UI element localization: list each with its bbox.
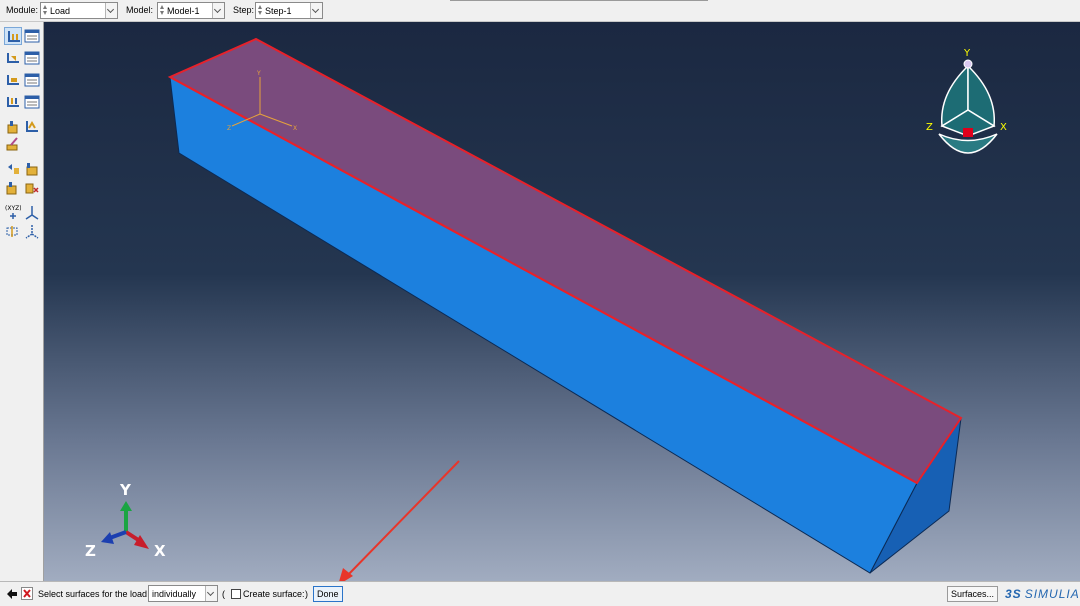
create-surface-checkbox[interactable] [231, 589, 241, 599]
triad-z-label: Z [85, 542, 96, 560]
prompt-text: Select surfaces for the load [38, 589, 148, 599]
ds-logo-icon: 3S [1005, 587, 1022, 601]
selection-method-value: individually [152, 589, 197, 599]
viewcube-x-label: X [1000, 122, 1007, 133]
create-bc-icon[interactable] [4, 49, 22, 67]
load-case-manager-icon[interactable] [23, 93, 41, 111]
partition-icon[interactable] [23, 160, 41, 178]
surfaces-button[interactable]: Surfaces... [947, 586, 999, 602]
triad-y-label: Y [119, 481, 132, 499]
create-load-case-icon[interactable] [4, 93, 22, 111]
model-scene[interactable]: Y X Z Y Z X Y Z X [44, 22, 1080, 581]
tools-surface-icon[interactable] [4, 135, 22, 153]
datum-point-icon[interactable] [23, 203, 41, 221]
part-top-face-selected[interactable] [167, 37, 963, 485]
model-value: Model-1 [167, 6, 200, 16]
close-paren: ) [305, 589, 308, 599]
logo-text: SIMULIA [1024, 587, 1080, 601]
viewport[interactable]: Y X Z Y Z X Y Z X [44, 22, 1080, 581]
svg-text:Z: Z [227, 125, 231, 132]
svg-text:X: X [293, 125, 297, 132]
done-button[interactable]: Done [313, 586, 343, 602]
csys-axis-icon[interactable]: (XYZ) [4, 203, 22, 221]
load-manager-icon[interactable] [23, 27, 41, 45]
context-bar: Module: Load Model: Model-1 Step: Step-1 [0, 0, 1080, 22]
chevron-down-icon[interactable] [310, 3, 322, 18]
spin-icon [258, 5, 263, 16]
model-combo[interactable]: Model-1 [157, 2, 225, 19]
cancel-icon[interactable] [21, 587, 33, 600]
module-combo[interactable]: Load [40, 2, 118, 19]
open-paren: ( [222, 589, 225, 599]
datum-plane-icon[interactable] [4, 222, 22, 240]
chevron-down-icon[interactable] [212, 3, 224, 18]
view-cube[interactable] [938, 59, 998, 154]
simulia-logo: 3S SIMULIA [1005, 587, 1080, 601]
step-combo[interactable]: Step-1 [255, 2, 323, 19]
annotation-arrow [339, 460, 460, 581]
chevron-down-icon[interactable] [205, 586, 217, 601]
triad-x-label: X [154, 542, 166, 560]
create-field-icon[interactable] [4, 118, 22, 136]
triad-icon [101, 501, 149, 549]
divider [450, 0, 708, 1]
prompt-bar: Select surfaces for the load individuall… [0, 581, 1080, 606]
step-value: Step-1 [265, 6, 292, 16]
selection-method-combo[interactable]: individually [148, 585, 218, 602]
model-label: Model: [126, 5, 154, 15]
chevron-down-icon[interactable] [105, 3, 117, 18]
module-value: Load [50, 6, 71, 16]
svg-text:(XYZ): (XYZ) [5, 205, 21, 212]
spin-icon [160, 5, 165, 16]
selection-edge [169, 76, 918, 484]
create-predefined-field-icon[interactable] [4, 71, 22, 89]
create-load-icon[interactable] [4, 27, 22, 45]
part-front-face[interactable] [169, 76, 918, 574]
bc-manager-icon[interactable] [23, 49, 41, 67]
coord-system-icon[interactable] [23, 179, 41, 197]
step-label: Step: [233, 5, 255, 15]
module-label: Module: [6, 5, 39, 15]
back-arrow-icon[interactable] [6, 588, 18, 600]
svg-text:Y: Y [256, 70, 261, 77]
predefined-field-manager-icon[interactable] [23, 71, 41, 89]
create-surface-label: Create surface: [243, 589, 305, 599]
query-icon[interactable] [4, 160, 22, 178]
datum-icon[interactable] [4, 179, 22, 197]
datum-axis-icon[interactable] [23, 222, 41, 240]
viewcube-z-label: Z [926, 122, 933, 133]
spin-icon [43, 5, 48, 16]
viewcube-y-label: Y [963, 48, 971, 59]
toolbox: (XYZ) [0, 22, 44, 581]
amplitude-icon[interactable] [23, 118, 41, 136]
